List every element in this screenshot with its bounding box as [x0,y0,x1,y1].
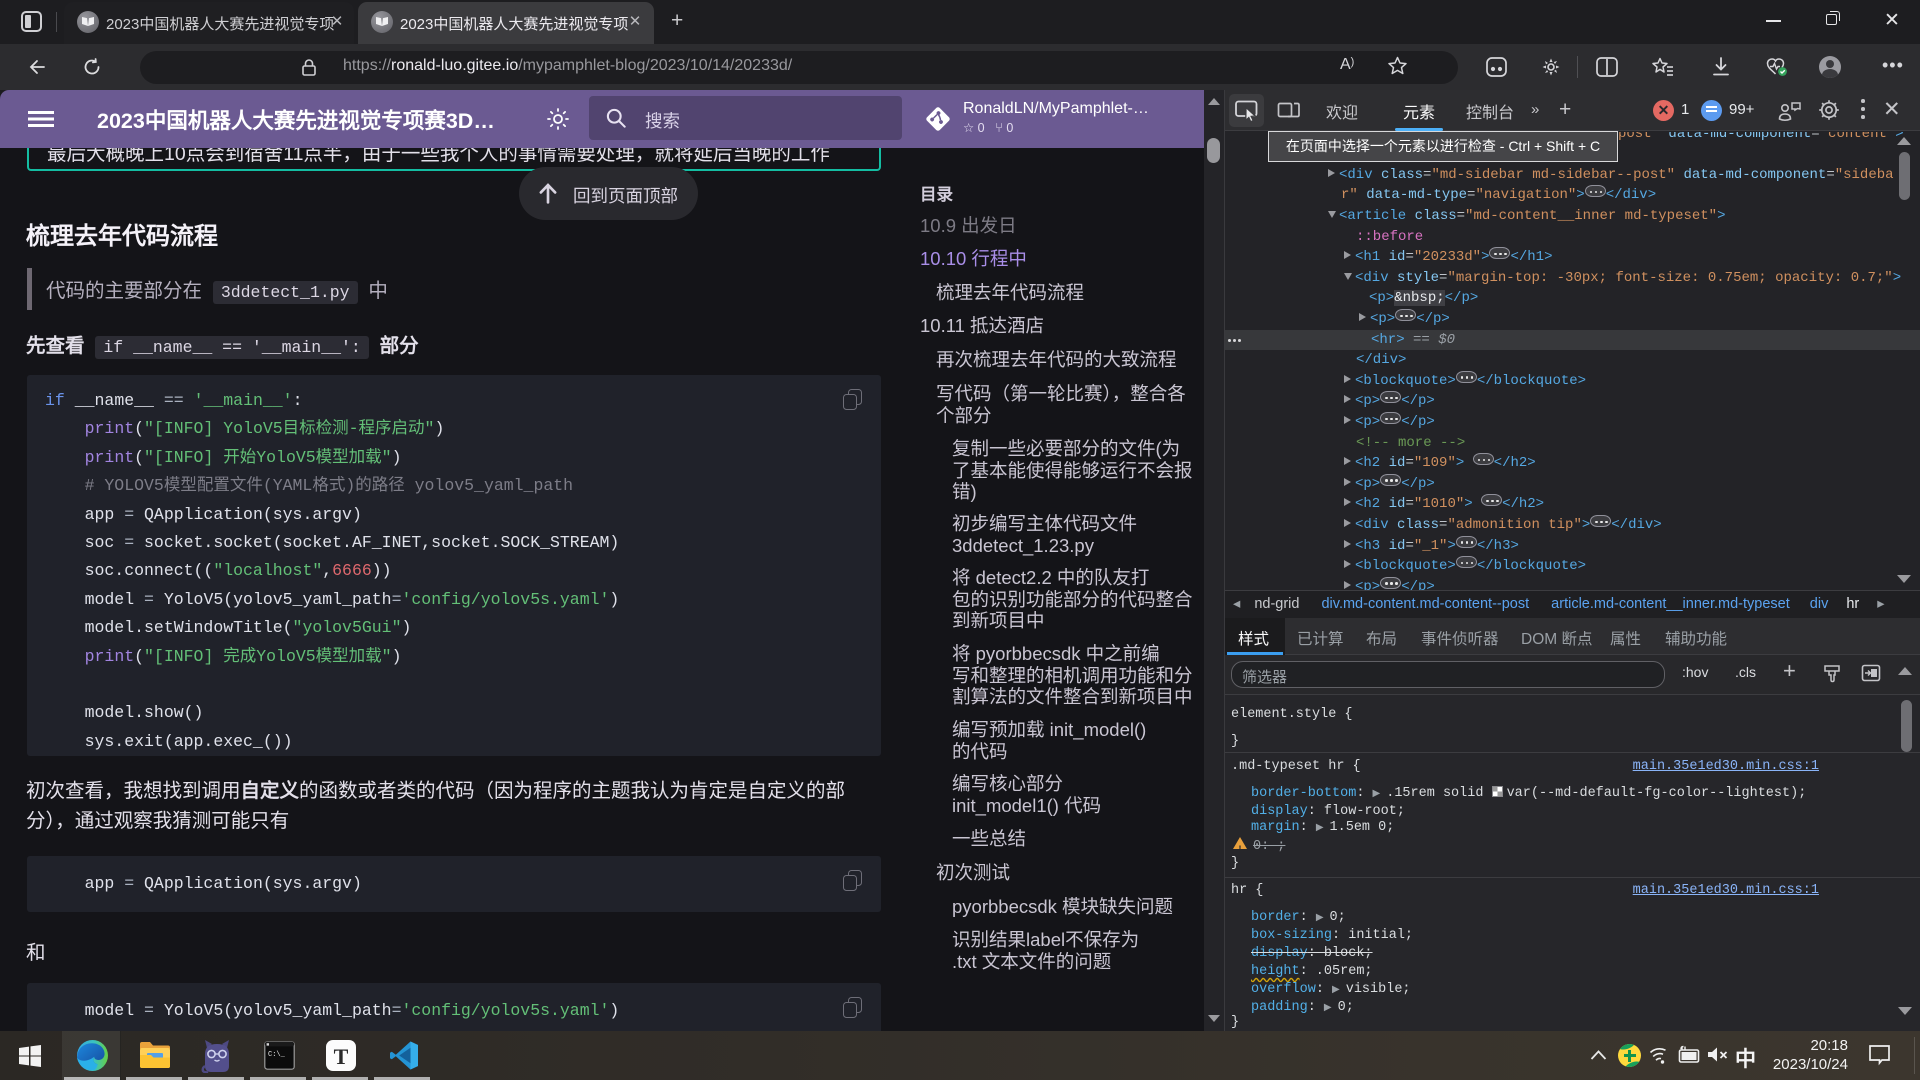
svg-text:C:\_: C:\_ [268,1051,286,1059]
